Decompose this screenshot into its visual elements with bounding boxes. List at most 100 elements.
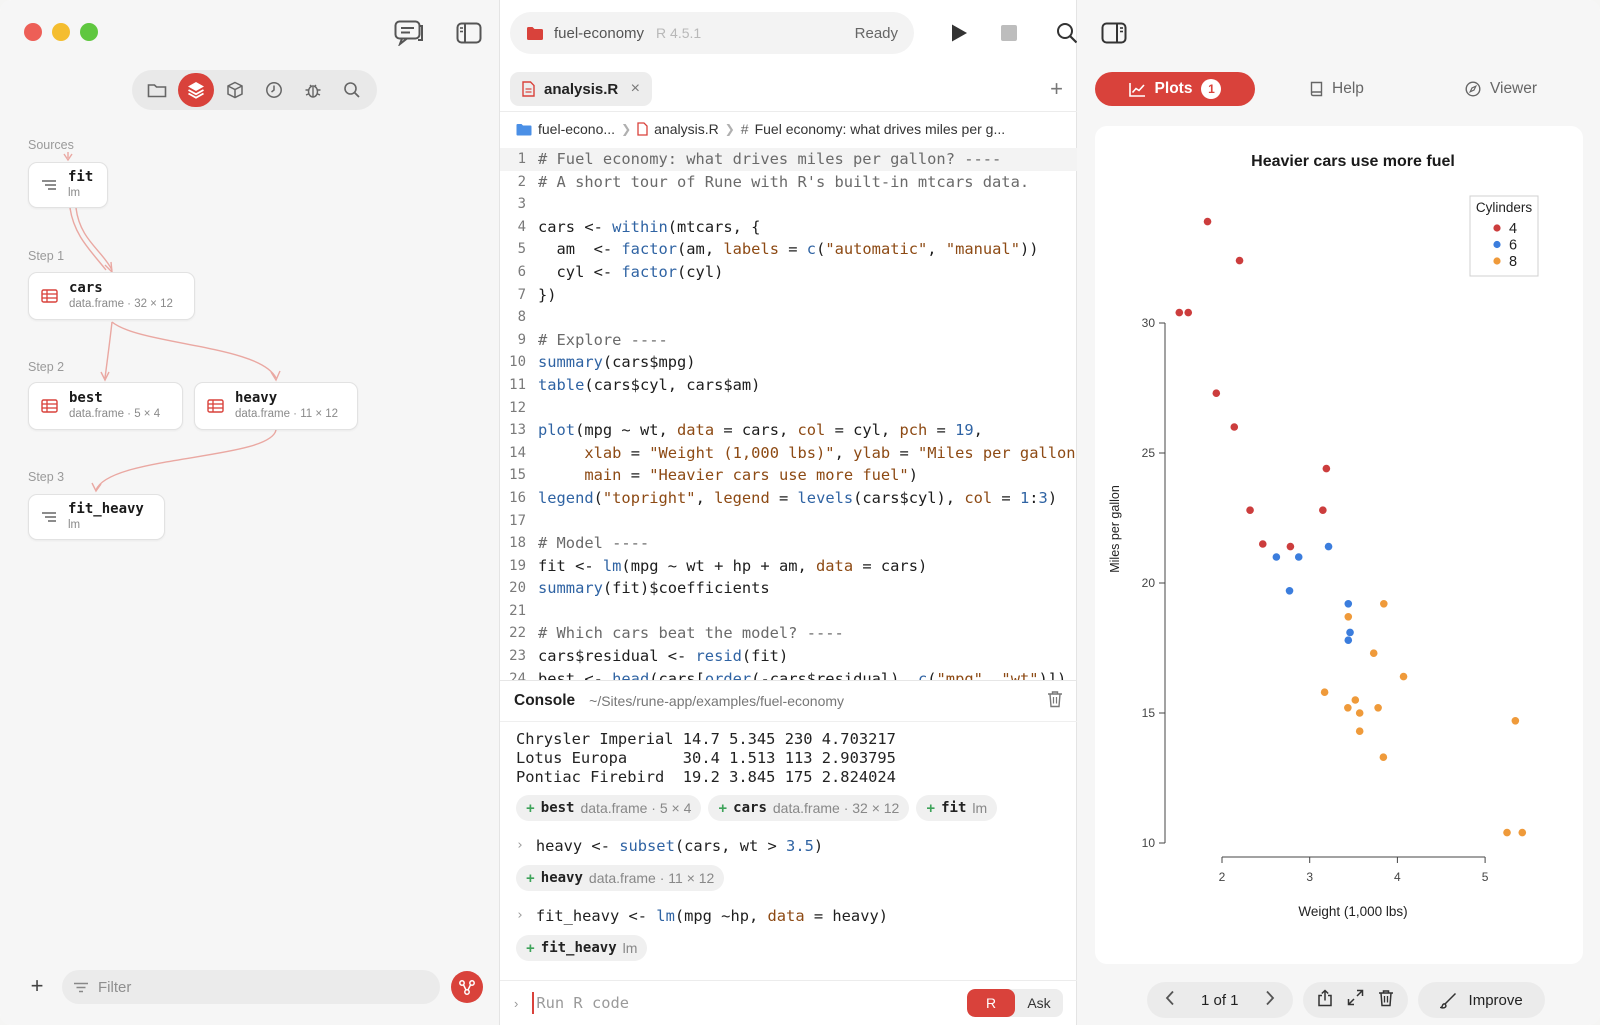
object-chip[interactable]: + heavy data.frame · 11 × 12 (516, 865, 725, 891)
data-point-cyl-6 (1272, 553, 1281, 561)
project-name: fuel-economy (554, 24, 645, 42)
data-point-cyl-8 (1374, 704, 1382, 712)
sidebar: Sources Step 1 Step 2 Step 3 fit lm cars… (0, 0, 500, 1025)
filter-field[interactable]: Filter (62, 970, 440, 1004)
tab-help[interactable]: Help (1255, 72, 1419, 106)
tab-viewer[interactable]: Viewer (1419, 72, 1583, 106)
stop-button[interactable] (992, 17, 1026, 49)
new-tab-button[interactable]: + (1050, 76, 1063, 102)
console-command: › heavy <- subset(cars, wt > 3.5) (516, 837, 824, 855)
output-line: Lotus Europa 30.4 1.513 113 2.903795 (516, 749, 896, 767)
node-fit-heavy-name: fit_heavy (68, 501, 144, 517)
tab-close-button[interactable]: × (631, 80, 640, 98)
chevron-right-icon: ❯ (724, 122, 735, 136)
add-button[interactable]: + (26, 975, 48, 998)
breadcrumb-file[interactable]: analysis.R (654, 121, 719, 137)
page-indicator: 1 of 1 (1201, 991, 1239, 1009)
chip-meta: lm (972, 800, 988, 816)
tab-analysis-r[interactable]: analysis.R × (510, 72, 652, 106)
share-icon[interactable] (1317, 988, 1333, 1012)
clear-console-button[interactable] (1047, 690, 1063, 713)
chip-name: fit_heavy (540, 940, 617, 956)
r-file-icon (637, 122, 648, 136)
data-point-cyl-8 (1379, 753, 1388, 761)
panel-toggle-button[interactable] (1097, 17, 1131, 49)
data-point-cyl-8 (1351, 696, 1360, 704)
mode-ask-button[interactable]: Ask (1015, 989, 1063, 1017)
graph-action-button[interactable] (451, 971, 483, 1003)
node-heavy[interactable]: heavy data.frame · 11 × 12 (194, 382, 358, 430)
breadcrumb-section[interactable]: Fuel economy: what drives miles per g... (755, 121, 1006, 137)
mode-r-button[interactable]: R (967, 989, 1015, 1017)
object-chip[interactable]: + best data.frame · 5 × 4 (516, 795, 702, 821)
sources-label: Sources (28, 138, 74, 152)
prompt-chevron-icon: › (514, 995, 519, 1011)
console-output[interactable]: Chrysler Imperial 14.7 5.345 230 4.70321… (500, 722, 1077, 972)
chip-name: best (540, 800, 575, 816)
code-editor[interactable]: 1 # Fuel economy: what drives miles per g… (500, 148, 1077, 680)
plot-pager: 1 of 1 (1147, 982, 1293, 1018)
scatter-plot: Heavier cars use more fuel Weight (1,000… (1108, 153, 1539, 919)
improve-label: Improve (1468, 991, 1523, 1009)
console-header: Console ~/Sites/rune-app/examples/fuel-e… (500, 680, 1077, 722)
y-tick-label: 15 (1142, 706, 1156, 720)
code-line: 22 # Which cars beat the model? ---- (509, 624, 844, 643)
console-path: ~/Sites/rune-app/examples/fuel-economy (589, 693, 845, 709)
chevron-left-icon[interactable] (1165, 990, 1175, 1010)
model-icon (42, 512, 56, 522)
data-point-cyl-4 (1286, 542, 1295, 551)
r-version: R 4.5.1 (656, 25, 702, 41)
code-line: 12 (509, 399, 526, 416)
improve-button[interactable]: Improve (1417, 982, 1545, 1018)
node-cars[interactable]: cars data.frame · 32 × 12 (28, 272, 195, 320)
data-point-cyl-6 (1285, 587, 1294, 595)
step3-label: Step 3 (28, 470, 65, 484)
project-bar[interactable]: fuel-economy R 4.5.1 Ready (510, 12, 914, 54)
data-point-cyl-6 (1344, 636, 1353, 644)
breadcrumb-folder[interactable]: fuel-econo... (538, 121, 615, 137)
y-tick-label: 10 (1142, 836, 1156, 850)
data-point-cyl-4 (1319, 506, 1327, 514)
code-line: 13 plot(mpg ~ wt, data = cars, col = cyl,… (509, 421, 983, 440)
plot-legend: Cylinders 468 (1469, 195, 1539, 277)
table-icon (207, 399, 224, 413)
output-line: Chrysler Imperial 14.7 5.345 230 4.70321… (516, 730, 896, 748)
node-fit[interactable]: fit lm (28, 162, 108, 208)
trash-icon (1048, 690, 1062, 707)
node-heavy-meta: data.frame · 11 × 12 (235, 408, 339, 420)
console-command: › fit_heavy <- lm(mpg ~hp, data = heavy) (516, 907, 888, 925)
trash-icon[interactable] (1378, 989, 1394, 1012)
folder-icon (516, 123, 532, 135)
tab-plots[interactable]: Plots 1 (1095, 72, 1255, 106)
output-line: Pontiac Firebird 19.2 3.845 175 2.824024 (516, 768, 896, 786)
code-line: 21 (509, 602, 526, 619)
expand-icon[interactable] (1347, 989, 1364, 1011)
object-chip[interactable]: + fit lm (916, 795, 998, 821)
data-point-cyl-8 (1518, 828, 1527, 837)
table-icon (41, 399, 58, 413)
object-chip[interactable]: + fit_heavy lm (516, 935, 648, 961)
data-point-cyl-4 (1258, 540, 1267, 548)
compass-icon (1465, 81, 1481, 97)
filter-icon (74, 982, 88, 992)
y-tick-label: 25 (1142, 446, 1156, 460)
chevron-right-icon[interactable] (1265, 990, 1275, 1010)
step1-label: Step 1 (28, 249, 65, 263)
legend-marker (1493, 224, 1501, 232)
node-fit-heavy-meta: lm (68, 519, 81, 531)
plot-card: Heavier cars use more fuel Weight (1,000… (1095, 126, 1583, 964)
node-best[interactable]: best data.frame · 5 × 4 (28, 382, 183, 430)
run-button[interactable] (942, 17, 976, 49)
console-title: Console (514, 692, 576, 709)
node-fit-name: fit (68, 169, 94, 185)
object-chip[interactable]: + cars data.frame · 32 × 12 (708, 795, 910, 821)
console-input[interactable]: Run R code (532, 992, 953, 1014)
plus-icon: + (926, 799, 936, 817)
chip-name: fit (941, 800, 967, 816)
data-point-cyl-6 (1324, 542, 1333, 551)
chip-meta: data.frame · 32 × 12 (772, 800, 900, 816)
node-fit-heavy[interactable]: fit_heavy lm (28, 494, 165, 540)
x-tick-label: 3 (1306, 870, 1313, 884)
prompt-chevron-icon: › (516, 838, 524, 853)
code-line: 2 # A short tour of Rune with R's built-i… (517, 172, 1030, 191)
